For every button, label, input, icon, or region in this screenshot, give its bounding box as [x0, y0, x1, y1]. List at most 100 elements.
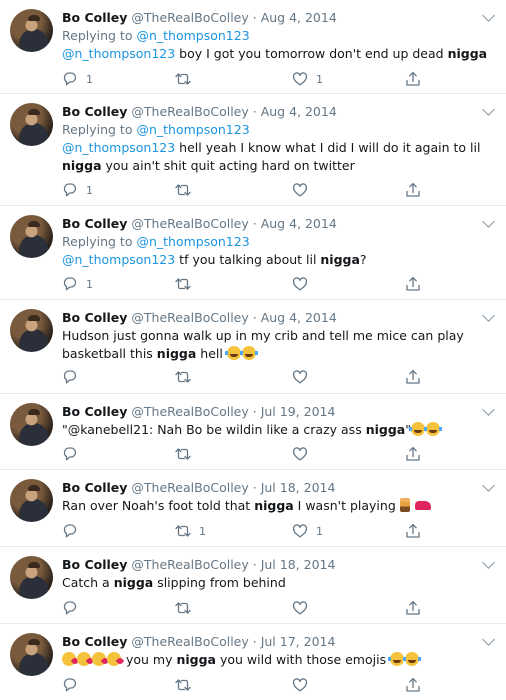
display-name[interactable]: Bo Colley: [62, 216, 127, 231]
tweet[interactable]: Bo Colley @TheRealBoColley · Aug 4, 2014…: [0, 206, 506, 300]
avatar[interactable]: [10, 103, 53, 146]
display-name[interactable]: Bo Colley: [62, 480, 127, 495]
reply-button[interactable]: [62, 368, 86, 386]
user-handle[interactable]: @TheRealBoColley: [131, 404, 248, 419]
like-button[interactable]: [292, 181, 316, 199]
avatar[interactable]: [10, 403, 53, 446]
tweet[interactable]: Bo Colley @TheRealBoColley · Jul 19, 201…: [0, 394, 506, 470]
tears-of-joy-icon: [423, 422, 442, 436]
reply-button[interactable]: 1: [62, 275, 93, 293]
display-name[interactable]: Bo Colley: [62, 10, 127, 25]
user-handle[interactable]: @TheRealBoColley: [131, 10, 248, 25]
avatar[interactable]: [10, 479, 53, 522]
mention-link[interactable]: @n_thompson123: [62, 252, 175, 267]
tweet[interactable]: Bo Colley @TheRealBoColley · Jul 18, 201…: [0, 547, 506, 624]
share-button[interactable]: [405, 522, 421, 540]
share-button[interactable]: [405, 599, 421, 617]
replying-to-user-link[interactable]: @n_thompson123: [136, 28, 249, 43]
like-button[interactable]: 1: [292, 522, 323, 540]
display-name[interactable]: Bo Colley: [62, 634, 127, 649]
text-segment: Catch a: [62, 575, 114, 590]
retweet-button[interactable]: 1: [175, 522, 206, 540]
face-blowing-kiss-icon: [62, 652, 76, 666]
tears-of-joy-icon: [388, 652, 407, 666]
like-button[interactable]: [292, 445, 316, 463]
reply-icon: [63, 447, 77, 461]
chevron-down-icon[interactable]: [482, 479, 495, 492]
mention-link[interactable]: @n_thompson123: [62, 140, 175, 155]
user-handle[interactable]: @TheRealBoColley: [131, 104, 248, 119]
user-handle[interactable]: @TheRealBoColley: [131, 216, 248, 231]
user-handle[interactable]: @TheRealBoColley: [131, 310, 248, 325]
tweet-actions: 1 1: [62, 522, 492, 540]
tweet-date[interactable]: Jul 19, 2014: [261, 404, 336, 419]
chevron-down-icon[interactable]: [482, 556, 495, 569]
chevron-down-icon[interactable]: [482, 103, 495, 116]
share-button[interactable]: [405, 275, 421, 293]
display-name[interactable]: Bo Colley: [62, 557, 127, 572]
avatar[interactable]: [10, 309, 53, 352]
like-button[interactable]: [292, 368, 316, 386]
tweet[interactable]: Bo Colley @TheRealBoColley · Aug 4, 2014…: [0, 300, 506, 394]
user-handle[interactable]: @TheRealBoColley: [131, 480, 248, 495]
tweet-date[interactable]: Jul 18, 2014: [261, 557, 336, 572]
reply-button[interactable]: [62, 599, 86, 617]
tweet[interactable]: Bo Colley @TheRealBoColley · Jul 17, 201…: [0, 624, 506, 700]
chevron-down-icon[interactable]: [482, 215, 495, 228]
reply-button[interactable]: 1: [62, 181, 93, 199]
avatar[interactable]: [10, 633, 53, 676]
tweet-date[interactable]: Aug 4, 2014: [261, 10, 337, 25]
avatar[interactable]: [10, 556, 53, 599]
tweet-date[interactable]: Aug 4, 2014: [261, 310, 337, 325]
share-button[interactable]: [405, 445, 421, 463]
share-button[interactable]: [405, 70, 421, 88]
share-button[interactable]: [405, 181, 421, 199]
tweet[interactable]: Bo Colley @TheRealBoColley · Aug 4, 2014…: [0, 0, 506, 94]
chevron-down-icon[interactable]: [482, 403, 495, 416]
chevron-down-icon[interactable]: [482, 9, 495, 22]
tweet-date[interactable]: Aug 4, 2014: [261, 104, 337, 119]
replying-to-user-link[interactable]: @n_thompson123: [136, 122, 249, 137]
retweet-button[interactable]: [175, 445, 199, 463]
share-icon: [406, 276, 420, 291]
reply-button[interactable]: [62, 676, 86, 694]
display-name[interactable]: Bo Colley: [62, 404, 127, 419]
mention-link[interactable]: @n_thompson123: [62, 46, 175, 61]
tweet-actions: 1 1: [62, 70, 492, 88]
retweet-button[interactable]: [175, 275, 199, 293]
display-name[interactable]: Bo Colley: [62, 104, 127, 119]
text-bold: nigga: [62, 158, 102, 173]
chevron-down-icon[interactable]: [482, 309, 495, 322]
retweet-button[interactable]: [175, 599, 199, 617]
retweet-button[interactable]: [175, 181, 199, 199]
heart-icon: [292, 183, 308, 197]
reply-button[interactable]: [62, 522, 86, 540]
tweet-date[interactable]: Aug 4, 2014: [261, 216, 337, 231]
retweet-button[interactable]: [175, 70, 199, 88]
chevron-down-icon[interactable]: [482, 633, 495, 646]
tweet[interactable]: Bo Colley @TheRealBoColley · Jul 18, 201…: [0, 470, 506, 547]
tweet-date[interactable]: Jul 18, 2014: [261, 480, 336, 495]
user-handle[interactable]: @TheRealBoColley: [131, 557, 248, 572]
tweet[interactable]: Bo Colley @TheRealBoColley · Aug 4, 2014…: [0, 94, 506, 206]
avatar[interactable]: [10, 9, 53, 52]
display-name[interactable]: Bo Colley: [62, 310, 127, 325]
like-button[interactable]: [292, 676, 316, 694]
reply-button[interactable]: 1: [62, 70, 93, 88]
share-button[interactable]: [405, 368, 421, 386]
user-handle[interactable]: @TheRealBoColley: [131, 634, 248, 649]
replying-to-user-link[interactable]: @n_thompson123: [136, 234, 249, 249]
share-button[interactable]: [405, 676, 421, 694]
reply-button[interactable]: [62, 445, 86, 463]
like-button[interactable]: [292, 275, 316, 293]
retweet-button[interactable]: [175, 368, 199, 386]
like-button[interactable]: [292, 599, 316, 617]
replying-to-label: Replying to: [62, 234, 133, 249]
reply-icon: [63, 72, 77, 86]
like-button[interactable]: 1: [292, 70, 323, 88]
avatar[interactable]: [10, 215, 53, 258]
retweet-button[interactable]: [175, 676, 199, 694]
tears-of-joy-icon: [239, 346, 258, 360]
tweet-date[interactable]: Jul 17, 2014: [261, 634, 336, 649]
tweet-header: Bo Colley @TheRealBoColley · Jul 18, 201…: [62, 557, 335, 573]
